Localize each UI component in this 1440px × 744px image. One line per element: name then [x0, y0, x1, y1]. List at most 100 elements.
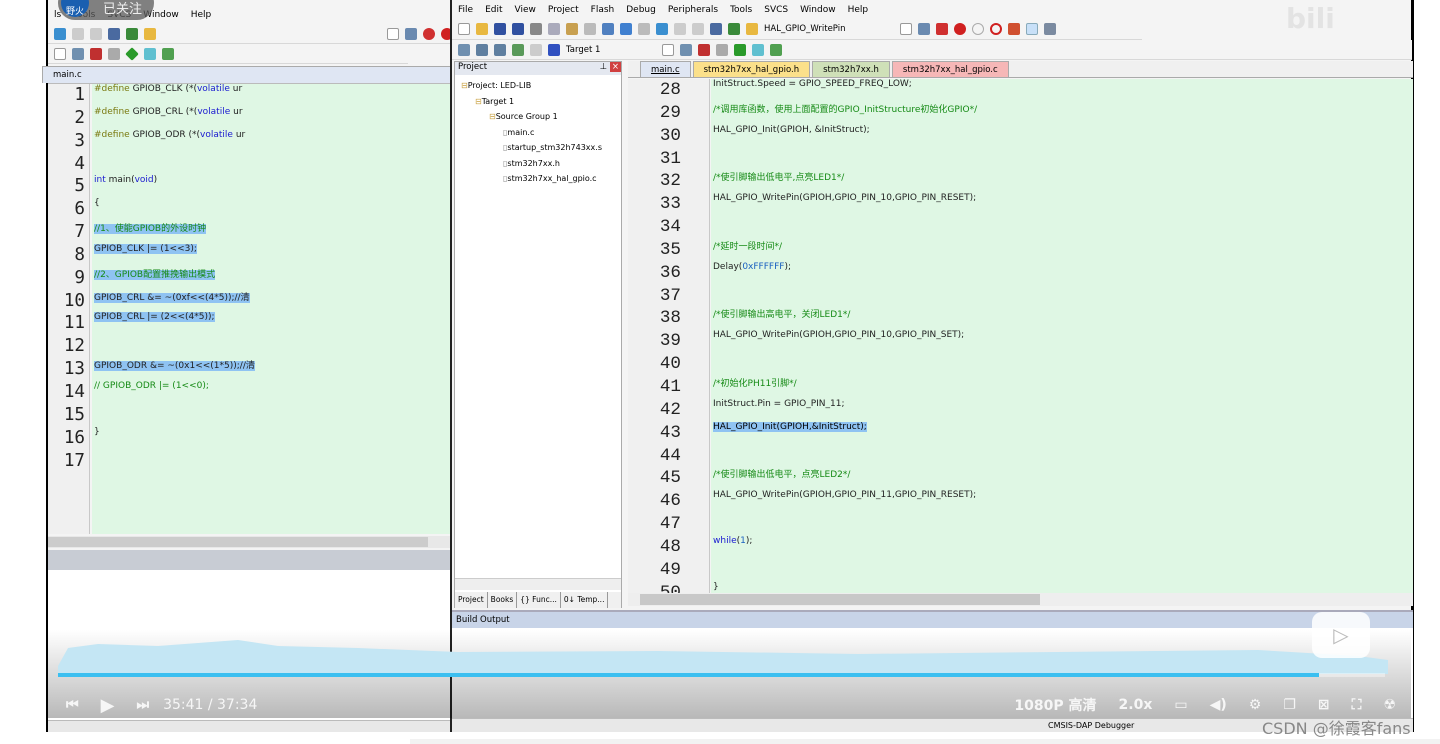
previous-icon[interactable]: ⏮: [66, 697, 79, 713]
project-scrollbar[interactable]: [455, 578, 621, 590]
download-icon[interactable]: [512, 43, 524, 56]
find-combo[interactable]: HAL_GPIO_WritePin: [764, 24, 894, 34]
wrench-icon[interactable]: [1044, 23, 1056, 35]
editor-tab[interactable]: stm32h7xx_hal_gpio.h: [692, 61, 811, 77]
project-tree-item[interactable]: ▯ stm32h7xx_hal_gpio.c: [455, 171, 621, 187]
target-combo[interactable]: Target 1: [566, 45, 656, 55]
pip-icon[interactable]: ❐: [1283, 697, 1296, 713]
indent-icon[interactable]: [108, 27, 120, 40]
dropdown-icon[interactable]: [662, 43, 674, 56]
pin-icon[interactable]: ⊥: [600, 62, 607, 72]
rebuild-icon[interactable]: [476, 43, 488, 56]
bilibili-tv-icon[interactable]: ▷: [1312, 612, 1370, 658]
left-horizontal-scrollbar[interactable]: [48, 536, 453, 548]
menu-item-debug[interactable]: Debug: [620, 5, 662, 15]
dropdown-icon[interactable]: [54, 47, 66, 60]
dropdown-icon[interactable]: [387, 27, 399, 40]
open-folder-icon[interactable]: [144, 27, 156, 40]
redo-icon[interactable]: [602, 23, 614, 35]
bookmark-icon[interactable]: [72, 27, 84, 40]
video-frame[interactable]: lsToolsSVCSWindowHelp main.c 12345678910…: [42, 0, 1414, 732]
panel-tab[interactable]: Books: [488, 592, 518, 608]
clear-breakpoints-icon[interactable]: [1008, 23, 1020, 35]
project-tree-item[interactable]: ▯ main.c: [455, 125, 621, 141]
save-all-icon[interactable]: [512, 23, 524, 35]
radiation-icon[interactable]: ☢: [1383, 697, 1396, 713]
component-icon[interactable]: [144, 47, 156, 60]
breakpoint-icon[interactable]: [954, 23, 966, 35]
kill-breakpoints-icon[interactable]: [990, 23, 1002, 35]
stop-build-icon[interactable]: [530, 43, 542, 56]
debug-icon[interactable]: [936, 23, 948, 35]
left-code-editor[interactable]: #define GPIOB_CLK (*(volatile ur #define …: [92, 84, 453, 534]
flag-icon[interactable]: [54, 27, 66, 40]
manage-icon[interactable]: [162, 47, 174, 60]
widescreen-icon[interactable]: ⊠: [1318, 697, 1330, 713]
panel-tab[interactable]: 0↓ Temp...: [561, 592, 609, 608]
volume-icon[interactable]: ◀): [1210, 697, 1227, 713]
find-in-files-icon[interactable]: [918, 23, 930, 35]
menu-item-peripherals[interactable]: Peripherals: [662, 5, 724, 15]
green-diamond-icon[interactable]: [734, 43, 746, 56]
settings-icon[interactable]: ⚙: [1249, 697, 1262, 713]
menu-item-view[interactable]: View: [509, 5, 542, 15]
component-icon[interactable]: [752, 43, 764, 56]
quality-button[interactable]: 1080P 高清: [1014, 695, 1096, 715]
close-icon[interactable]: ×: [609, 62, 621, 72]
options-icon[interactable]: [680, 43, 692, 56]
undo-icon[interactable]: [584, 23, 596, 35]
bookmark-icon[interactable]: [692, 23, 704, 35]
project-tree-item[interactable]: ⊟ Project: LED-LIB: [455, 78, 621, 94]
back-icon[interactable]: [620, 23, 632, 35]
cut-icon[interactable]: [530, 23, 542, 35]
menu-item-help[interactable]: Help: [185, 10, 218, 20]
editor-tab[interactable]: stm32h7xx_hal_gpio.c: [891, 61, 1009, 77]
subtitle-off-icon[interactable]: ▭: [1174, 697, 1187, 713]
menu-item-edit[interactable]: Edit: [479, 5, 508, 15]
menu-item-svcs[interactable]: SVCS: [758, 5, 794, 15]
debug-icon[interactable]: [423, 27, 435, 40]
indent-icon[interactable]: [710, 23, 722, 35]
follow-status[interactable]: 已关注: [103, 0, 142, 17]
comment-icon[interactable]: [126, 27, 138, 40]
pack-icon[interactable]: [90, 47, 102, 60]
comment-icon[interactable]: [728, 23, 740, 35]
pack-icon[interactable]: [698, 43, 710, 56]
build-icon[interactable]: [458, 43, 470, 56]
open-icon[interactable]: [476, 23, 488, 35]
paste-icon[interactable]: [566, 23, 578, 35]
tab-main-c[interactable]: main.c: [42, 66, 451, 83]
project-tree-item[interactable]: ⊟ Source Group 1: [455, 109, 621, 125]
speed-button[interactable]: 2.0x: [1119, 697, 1153, 713]
bookmark-icon[interactable]: [674, 23, 686, 35]
menu-item-tools[interactable]: Tools: [724, 5, 758, 15]
right-code-editor[interactable]: InitStruct.Speed = GPIO_SPEED_FREQ_LOW; …: [711, 79, 1413, 593]
right-horizontal-scrollbar[interactable]: [628, 593, 1413, 606]
green-diamond-icon[interactable]: [125, 46, 139, 61]
pack-icon[interactable]: [716, 43, 728, 56]
batch-build-icon[interactable]: [494, 43, 506, 56]
progress-track[interactable]: [58, 673, 1385, 677]
menu-item-file[interactable]: File: [452, 5, 479, 15]
window-layout-icon[interactable]: [1026, 23, 1038, 35]
dropdown-icon[interactable]: [900, 23, 912, 35]
copy-icon[interactable]: [548, 23, 560, 35]
open-folder-icon[interactable]: [746, 23, 758, 35]
new-file-icon[interactable]: [458, 23, 470, 35]
bookmark-icon[interactable]: [90, 27, 102, 40]
panel-tab[interactable]: Project: [455, 592, 488, 608]
menu-item-flash[interactable]: Flash: [585, 5, 621, 15]
save-icon[interactable]: [494, 23, 506, 35]
menu-item-help[interactable]: Help: [842, 5, 875, 15]
uploader-badge[interactable]: 野火 已关注: [58, 0, 154, 20]
project-tree-item[interactable]: ⊟ Target 1: [455, 94, 621, 110]
pack-icon[interactable]: [108, 47, 120, 60]
flag-icon[interactable]: [656, 23, 668, 35]
editor-tab[interactable]: main.c: [640, 61, 691, 77]
project-tree-item[interactable]: ▯ stm32h7xx.h: [455, 156, 621, 172]
forward-icon[interactable]: [638, 23, 650, 35]
project-tree-item[interactable]: ▯ startup_stm32h743xx.s: [455, 140, 621, 156]
play-icon[interactable]: ▶: [101, 695, 115, 716]
panel-tab[interactable]: {} Func...: [517, 592, 561, 608]
breakpoint-disabled-icon[interactable]: [972, 23, 984, 35]
